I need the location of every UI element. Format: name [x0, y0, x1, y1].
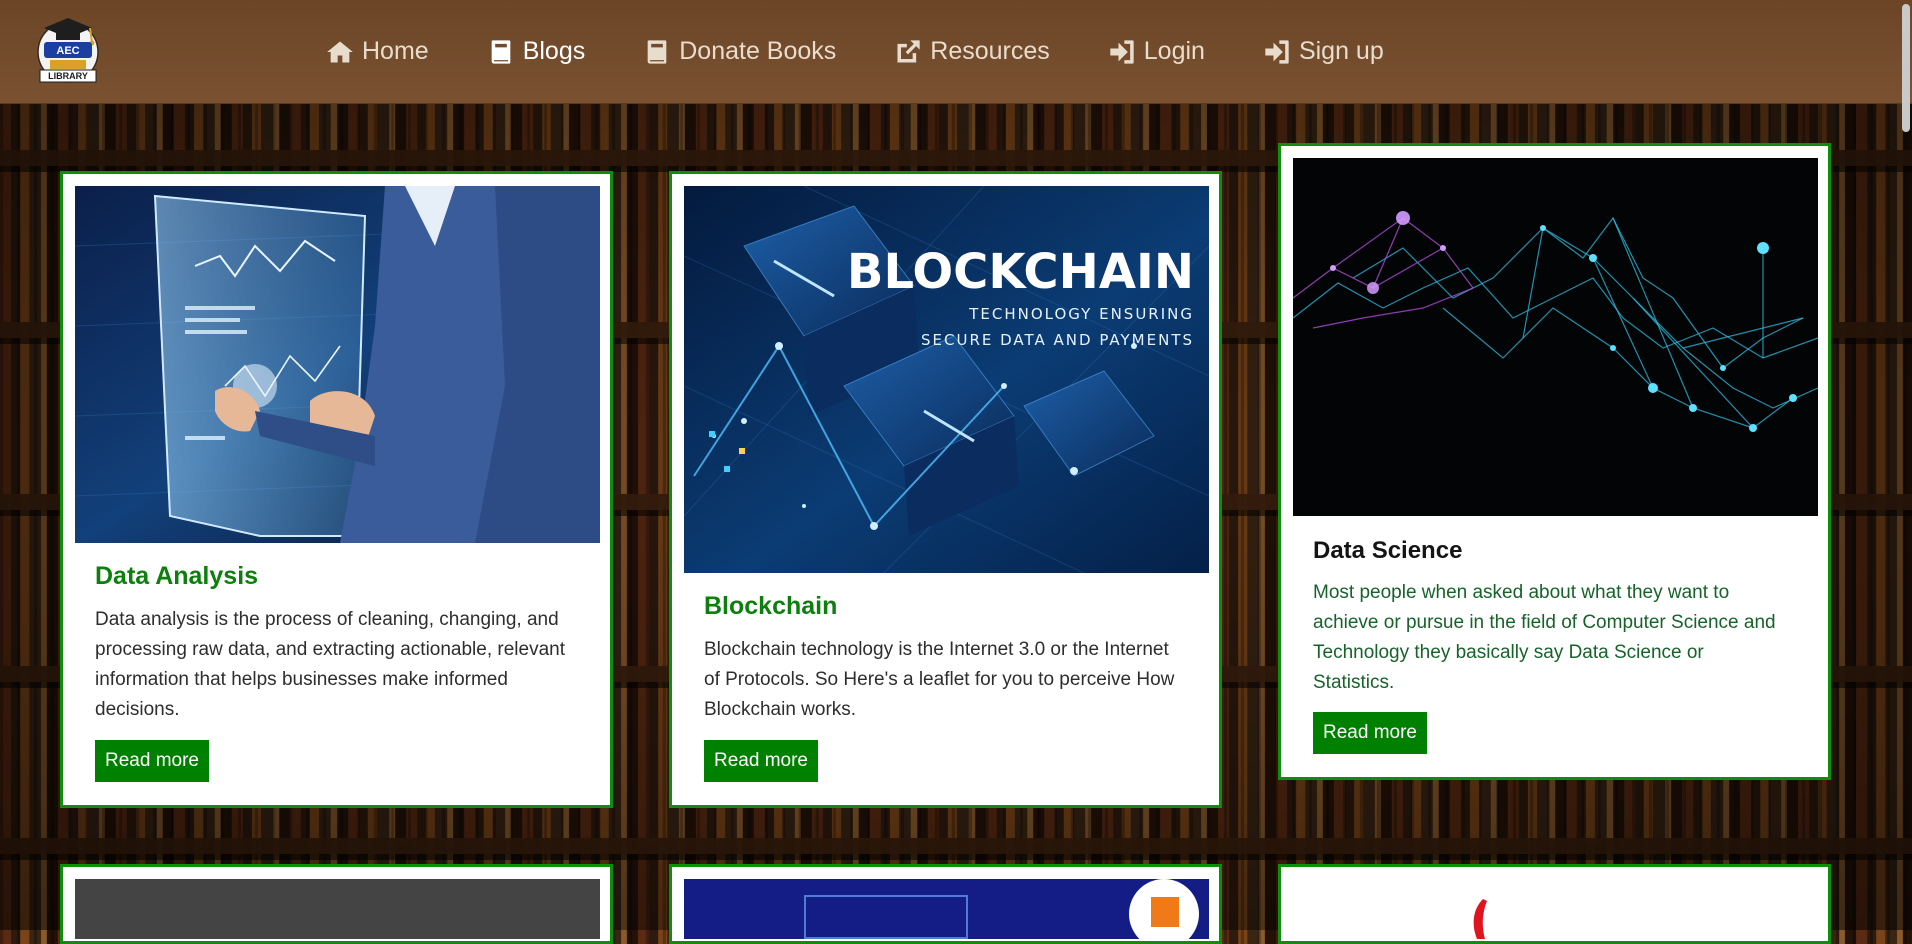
- book-icon: [647, 39, 667, 64]
- card-title: Data Analysis: [95, 562, 259, 590]
- nav-resources-label: Resources: [930, 37, 1050, 65]
- blockchain-image: BLOCKCHAIN TECHNOLOGY ENSURING SECURE DA…: [684, 186, 1209, 573]
- nav-blogs-label: Blogs: [522, 37, 586, 65]
- nav-blogs[interactable]: Blogs: [487, 37, 586, 66]
- nav-sign-up-label: Sign up: [1298, 37, 1384, 65]
- image-heading: BLOCKCHAIN: [847, 244, 1194, 300]
- blog-card-row2-3: [1278, 864, 1831, 944]
- blog-card-blockchain: BLOCKCHAIN TECHNOLOGY ENSURING SECURE DA…: [669, 171, 1222, 808]
- logo-bottom-text: LIBRARY: [48, 71, 88, 81]
- external-link-icon: [897, 39, 920, 62]
- card-description: Blockchain technology is the Internet 3.…: [704, 639, 1175, 720]
- card-title: Data Science: [1313, 537, 1463, 564]
- card-title: Blockchain: [704, 592, 838, 620]
- nav-home[interactable]: Home: [326, 37, 429, 66]
- scrollbar-thumb[interactable]: [1902, 4, 1910, 132]
- nav-donate-books-label: Donate Books: [679, 37, 837, 65]
- card-description: Most people when asked about what they w…: [1313, 582, 1776, 693]
- blog-card-data-science: Data Science Most people when asked abou…: [1278, 143, 1831, 780]
- image-subheading-2: SECURE DATA AND PAYMENTS: [921, 331, 1194, 349]
- blog-card-row2-1: [60, 864, 613, 944]
- read-more-button[interactable]: Read more: [95, 740, 209, 782]
- data-analysis-image: [75, 186, 600, 543]
- nav-login[interactable]: Login: [1108, 37, 1205, 66]
- card-image-placeholder: [1293, 879, 1818, 939]
- card-image-placeholder: [684, 879, 1209, 939]
- navbar: AEC LIBRARY Home Blogs Donate Books Reso…: [0, 0, 1912, 104]
- nav-home-label: Home: [362, 37, 429, 65]
- card-description: Data analysis is the process of cleaning…: [95, 609, 565, 720]
- logo-top-text: AEC: [56, 45, 79, 57]
- blog-card-row2-2: [669, 864, 1222, 944]
- home-icon: [327, 41, 353, 62]
- data-science-image: [1293, 158, 1818, 516]
- image-subheading-1: TECHNOLOGY ENSURING: [968, 305, 1194, 323]
- nav-resources[interactable]: Resources: [894, 37, 1050, 66]
- nav-sign-up[interactable]: Sign up: [1263, 37, 1384, 66]
- blog-card-data-analysis: Data Analysis Data analysis is the proce…: [60, 171, 613, 808]
- sign-in-icon: [1265, 39, 1289, 64]
- read-more-button[interactable]: Read more: [1313, 712, 1427, 754]
- nav-donate-books[interactable]: Donate Books: [643, 37, 836, 66]
- read-more-button[interactable]: Read more: [704, 740, 818, 782]
- page-scrollbar[interactable]: [1900, 0, 1912, 930]
- sign-in-icon: [1110, 39, 1134, 64]
- main-nav: Home Blogs Donate Books Resources Login …: [326, 0, 1442, 103]
- library-logo[interactable]: AEC LIBRARY: [30, 12, 106, 88]
- nav-login-label: Login: [1143, 37, 1205, 65]
- card-image-placeholder: [75, 879, 600, 939]
- book-icon: [491, 39, 511, 64]
